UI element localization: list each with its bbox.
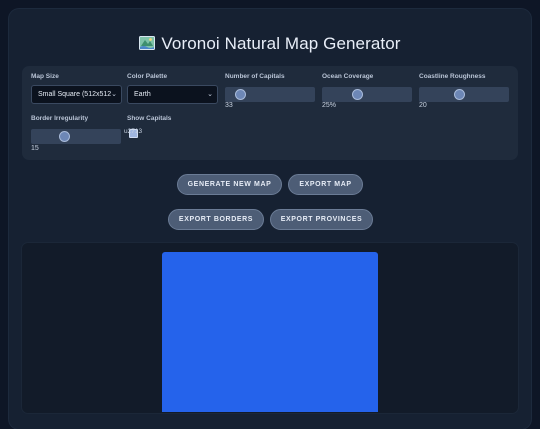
ocean-label: Ocean Coverage (322, 73, 374, 80)
capitals-value: 33 (225, 102, 233, 109)
color-palette-label: Color Palette (127, 73, 168, 80)
export-provinces-button[interactable]: Export Provinces (270, 209, 373, 230)
border-value: 15 (31, 145, 39, 152)
color-palette-value: Earth (134, 91, 151, 98)
capitals-slider[interactable] (225, 87, 315, 102)
coastline-label: Coastline Roughness (419, 73, 486, 80)
export-borders-button[interactable]: Export Borders (168, 209, 264, 230)
coastline-value: 20 (419, 102, 427, 109)
title-text: Voronoi Natural Map Generator (161, 34, 401, 53)
export-map-button[interactable]: Export Map (288, 174, 363, 195)
border-slider-thumb[interactable] (59, 131, 70, 142)
show-capitals-label: Show Capitals (127, 115, 172, 122)
ocean-value: 25% (322, 102, 337, 109)
page-title: Voronoi Natural Map Generator (0, 34, 540, 54)
coastline-slider-thumb[interactable] (454, 89, 465, 100)
map-icon (139, 35, 156, 50)
capitals-slider-thumb[interactable] (235, 89, 246, 100)
map-canvas[interactable] (162, 252, 378, 412)
map-size-label: Map Size (31, 73, 59, 80)
ocean-slider-thumb[interactable] (352, 89, 363, 100)
coastline-slider[interactable] (419, 87, 509, 102)
generate-new-map-button[interactable]: Generate New Map (177, 174, 282, 195)
chevron-down-icon: ⌄ (207, 91, 213, 98)
map-size-select[interactable]: Small Square (512x512 ⌄ (31, 85, 122, 104)
border-label: Border Irregularity (31, 115, 89, 122)
controls-panel (22, 66, 518, 160)
show-capitals-checkbox-text: u2713 (124, 128, 143, 135)
chevron-down-icon: ⌄ (111, 91, 117, 98)
border-slider[interactable] (31, 129, 121, 144)
map-size-value: Small Square (512x512 (38, 91, 112, 98)
ocean-slider[interactable] (322, 87, 412, 102)
capitals-label: Number of Capitals (225, 73, 285, 80)
color-palette-select[interactable]: Earth ⌄ (127, 85, 218, 104)
